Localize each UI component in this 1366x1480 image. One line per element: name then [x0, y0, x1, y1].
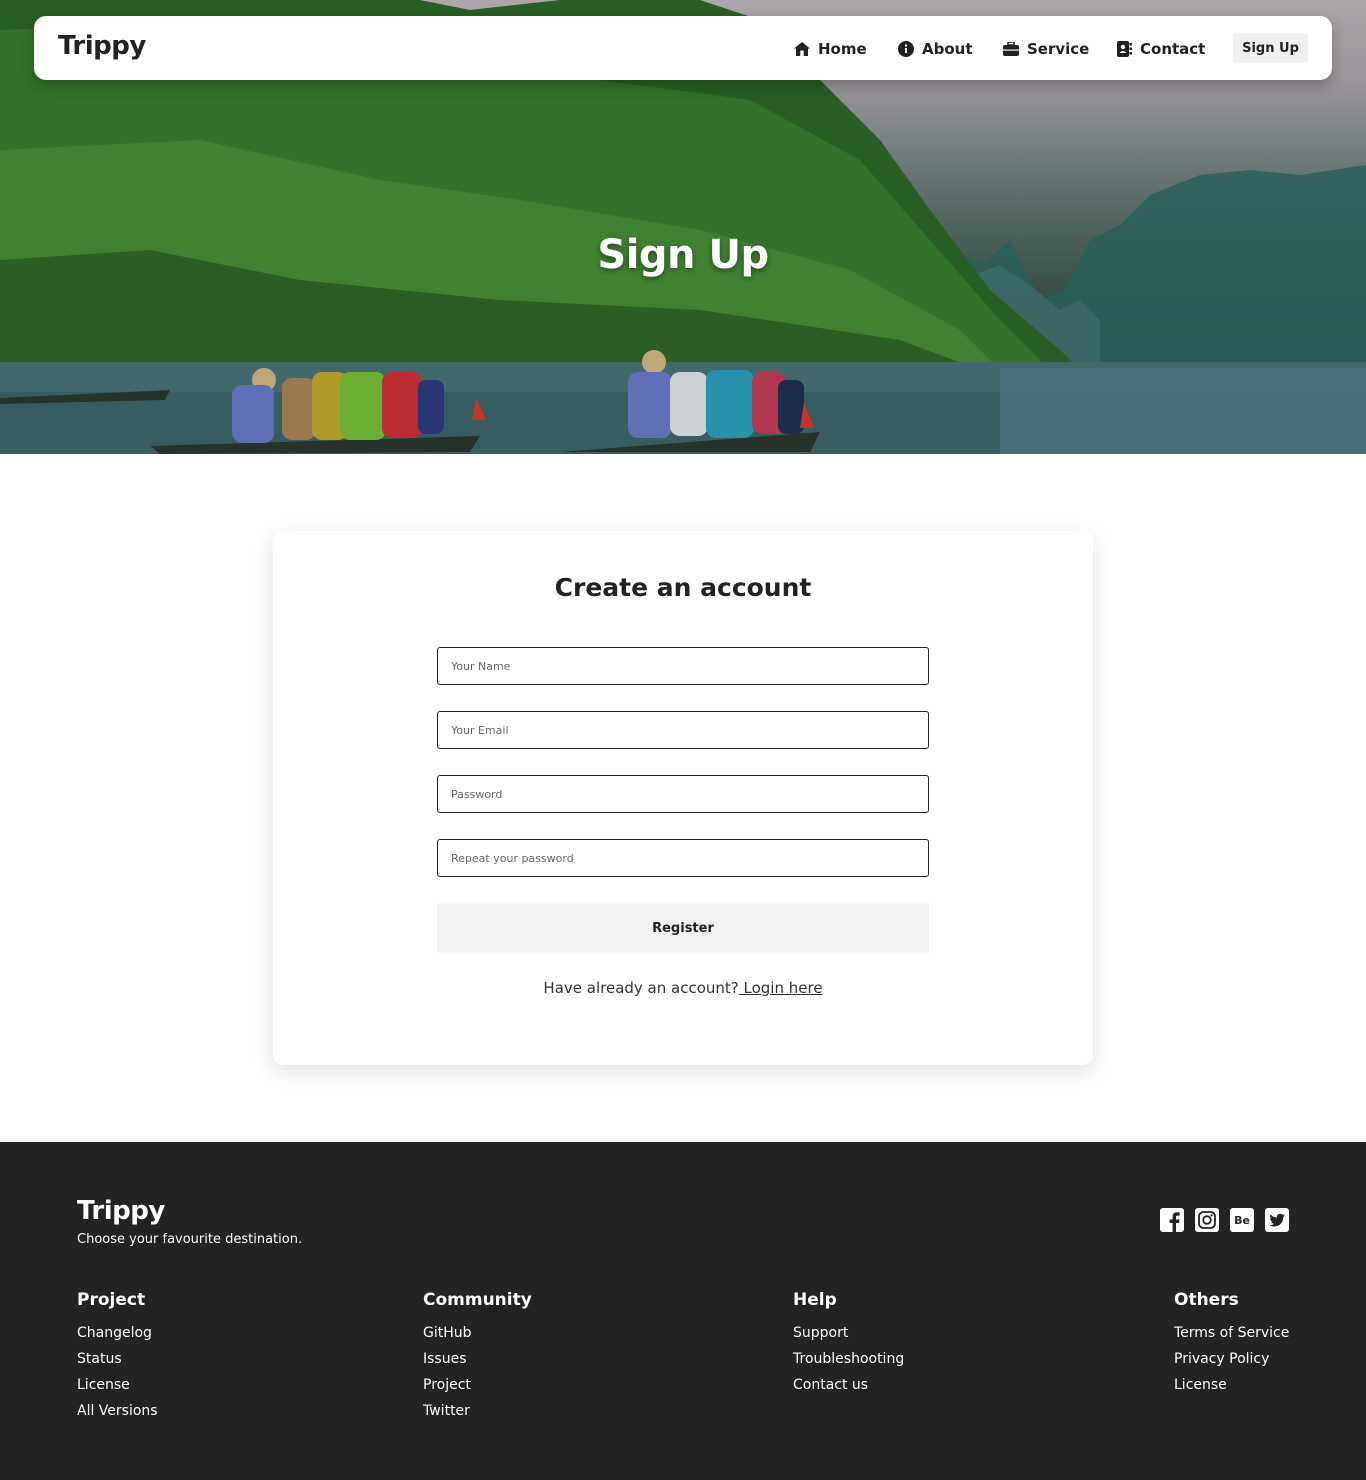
- nav-about-label: About: [922, 40, 973, 58]
- twitter-icon[interactable]: [1265, 1208, 1289, 1232]
- login-link[interactable]: Login here: [739, 979, 823, 997]
- footer-column-help: Help Support Troubleshooting Contact us: [793, 1290, 904, 1401]
- briefcase-icon: [1003, 42, 1019, 56]
- facebook-icon[interactable]: [1160, 1208, 1184, 1232]
- footer-link[interactable]: Privacy Policy: [1174, 1349, 1289, 1375]
- footer-link[interactable]: Terms of Service: [1174, 1323, 1289, 1349]
- footer-column-project: Project Changelog Status License All Ver…: [77, 1290, 158, 1427]
- footer-link[interactable]: Status: [77, 1349, 158, 1375]
- login-prompt: Have already an account? Login here: [273, 979, 1093, 997]
- nav-service[interactable]: Service: [1003, 38, 1089, 60]
- footer-link[interactable]: All Versions: [77, 1401, 158, 1427]
- footer-column-others: Others Terms of Service Privacy Policy L…: [1174, 1290, 1289, 1401]
- social-links: Be: [1160, 1208, 1289, 1232]
- info-icon: [898, 41, 914, 57]
- footer-link[interactable]: Support: [793, 1323, 904, 1349]
- footer-tagline: Choose your favourite destination.: [77, 1232, 303, 1247]
- login-prompt-text: Have already an account?: [543, 979, 739, 997]
- footer-link[interactable]: License: [77, 1375, 158, 1401]
- behance-icon[interactable]: Be: [1230, 1208, 1254, 1232]
- nav-service-label: Service: [1027, 40, 1090, 58]
- footer-link[interactable]: Contact us: [793, 1375, 904, 1401]
- form-title: Create an account: [554, 573, 812, 602]
- email-input[interactable]: [437, 711, 929, 749]
- password-input[interactable]: [437, 775, 929, 813]
- footer-link[interactable]: License: [1174, 1375, 1289, 1401]
- instagram-icon[interactable]: [1195, 1208, 1219, 1232]
- register-button[interactable]: Register: [437, 903, 929, 953]
- signup-button[interactable]: Sign Up: [1233, 33, 1308, 63]
- footer-column-title: Help: [793, 1290, 837, 1310]
- contact-book-icon: [1117, 41, 1132, 57]
- repeat-password-input[interactable]: [437, 839, 929, 877]
- navbar: Trippy Home About Service Contact Sign U…: [34, 16, 1332, 80]
- footer-link[interactable]: Project: [423, 1375, 532, 1401]
- footer-column-title: Project: [77, 1290, 146, 1310]
- name-input[interactable]: [437, 647, 929, 685]
- footer-brand[interactable]: Trippy: [77, 1196, 165, 1226]
- footer-column-title: Others: [1174, 1290, 1239, 1310]
- nav-about[interactable]: About: [898, 38, 973, 60]
- footer-link[interactable]: Issues: [423, 1349, 532, 1375]
- footer-link[interactable]: Changelog: [77, 1323, 158, 1349]
- footer-column-title: Community: [423, 1290, 532, 1310]
- footer-link[interactable]: Troubleshooting: [793, 1349, 904, 1375]
- footer-link[interactable]: Twitter: [423, 1401, 532, 1427]
- hero-title: Sign Up: [597, 232, 769, 278]
- footer: Trippy Choose your favourite destination…: [0, 1142, 1366, 1480]
- nav-contact-label: Contact: [1140, 40, 1206, 58]
- brand-logo[interactable]: Trippy: [58, 31, 146, 61]
- footer-link[interactable]: GitHub: [423, 1323, 532, 1349]
- nav-home[interactable]: Home: [794, 38, 867, 60]
- signup-card: Create an account Register Have already …: [273, 531, 1093, 1065]
- nav-home-label: Home: [818, 40, 867, 58]
- nav-contact[interactable]: Contact: [1117, 38, 1205, 60]
- footer-column-community: Community GitHub Issues Project Twitter: [423, 1290, 532, 1427]
- home-icon: [794, 42, 810, 56]
- behance-icon-text: Be: [1234, 1213, 1250, 1227]
